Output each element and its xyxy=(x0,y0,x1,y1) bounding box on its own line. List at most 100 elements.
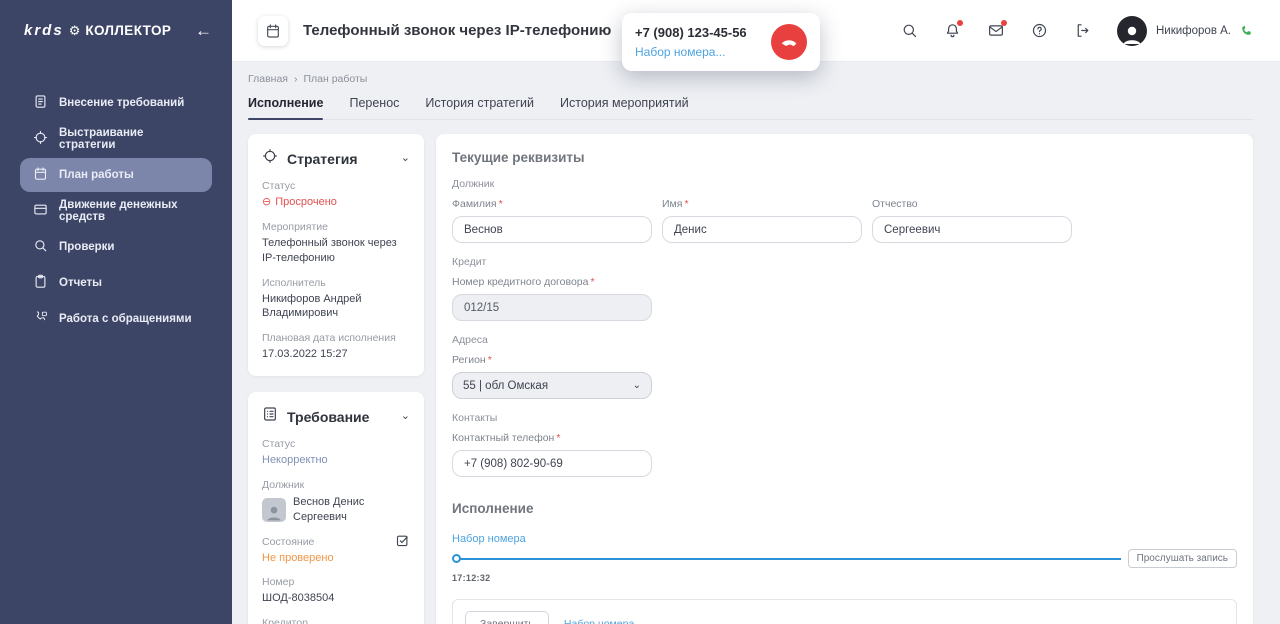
dial-link[interactable]: Набор номера xyxy=(452,533,526,545)
group-label-contacts: Контакты xyxy=(452,412,1237,424)
group-label-credit: Кредит xyxy=(452,256,1237,268)
page-title: Телефонный звонок через IP-телефонию xyxy=(303,22,611,39)
name-field-wrap: Имя* xyxy=(662,198,862,243)
section-title-execution: Исполнение xyxy=(452,501,1237,516)
breadcrumb-home[interactable]: Главная xyxy=(248,73,288,85)
avatar xyxy=(1117,16,1147,46)
event-label: Мероприятие xyxy=(262,221,410,233)
app-window: krds ⚙ КОЛЛЕКТОР ← Внесение требований В… xyxy=(0,0,1280,624)
required-mark: * xyxy=(488,354,492,366)
gear-logo-icon: ⚙ xyxy=(69,24,81,37)
sidebar-item-label: Выстраивание стратегии xyxy=(59,127,199,151)
notifications-button[interactable] xyxy=(944,22,961,39)
notification-badge xyxy=(957,20,963,26)
address-fields-row: Регион* 55 | обл Омская ⌄ xyxy=(452,354,1237,399)
details-card: Текущие реквизиты Должник Фамилия* Имя* … xyxy=(436,134,1253,624)
sidebar-item-reports[interactable]: Отчеты xyxy=(20,266,212,300)
sidebar-item-label: Движение денежных средств xyxy=(59,199,199,223)
dial-status-link[interactable]: Набор номера... xyxy=(564,618,643,624)
claim-panel-header[interactable]: Требование ⌄ xyxy=(262,406,410,427)
user-menu[interactable]: Никифоров А. xyxy=(1117,16,1254,46)
required-mark: * xyxy=(499,198,503,210)
required-mark: * xyxy=(556,432,560,444)
region-select[interactable]: 55 | обл Омская ⌄ xyxy=(452,372,652,399)
person-icon xyxy=(264,503,284,522)
region-selected-value: 55 | обл Омская xyxy=(463,380,548,392)
strategy-panel-header[interactable]: Стратегия ⌄ xyxy=(262,148,410,169)
breadcrumb-separator: › xyxy=(294,73,298,85)
search-button[interactable] xyxy=(901,22,918,39)
sidebar-item-requirements[interactable]: Внесение требований xyxy=(20,86,212,120)
messages-button[interactable] xyxy=(987,22,1005,39)
contract-field-wrap: Номер кредитного договора* xyxy=(452,276,652,321)
status-value: ⊖ Просрочено xyxy=(262,195,410,210)
sidebar-item-work-plan[interactable]: План работы xyxy=(20,158,212,192)
required-mark: * xyxy=(590,276,594,288)
page-icon-chip xyxy=(258,16,288,46)
surname-input[interactable] xyxy=(452,216,652,243)
debtor-fields-row: Фамилия* Имя* Отчество xyxy=(452,198,1237,243)
debtor-avatar xyxy=(262,498,286,522)
strategy-panel-title: Стратегия xyxy=(287,151,358,167)
card-icon xyxy=(33,202,48,220)
hangup-button[interactable] xyxy=(771,24,807,60)
call-status-link[interactable]: Набор номера... xyxy=(635,45,747,59)
help-button[interactable] xyxy=(1031,22,1048,39)
executor-value: Никифоров Андрей Владимирович xyxy=(262,292,410,322)
status-text: Просрочено xyxy=(275,195,337,210)
call-popup: +7 (908) 123-45-56 Набор номера... xyxy=(622,13,820,71)
chevron-down-icon[interactable]: ⌄ xyxy=(401,153,410,164)
user-name: Никифоров А. xyxy=(1156,25,1231,37)
patronymic-input[interactable] xyxy=(872,216,1072,243)
tab-execution[interactable]: Исполнение xyxy=(248,96,323,119)
chevron-down-icon[interactable]: ⌄ xyxy=(401,411,410,422)
sidebar-item-appeals[interactable]: Работа с обращениями xyxy=(20,302,212,336)
state-label: Состояние xyxy=(262,536,334,548)
sidebar-item-label: Работа с обращениями xyxy=(59,313,192,325)
strategy-panel: Стратегия ⌄ Статус ⊖ Просрочено Мероприя… xyxy=(248,134,424,376)
sidebar-item-strategy[interactable]: Выстраивание стратегии xyxy=(20,122,212,156)
main-area: Телефонный звонок через IP-телефонию xyxy=(232,0,1280,624)
finish-button[interactable]: Завершить xyxy=(465,611,549,624)
region-label: Регион* xyxy=(452,354,652,366)
call-player: Набор номера Прослушать запись 17:12:32 xyxy=(452,529,1237,583)
tab-transfer[interactable]: Перенос xyxy=(349,96,399,119)
listen-record-button[interactable]: Прослушать запись xyxy=(1128,549,1237,568)
group-label-address: Адреса xyxy=(452,334,1237,346)
sidebar-item-label: Внесение требований xyxy=(59,97,184,109)
calendar-icon xyxy=(33,166,48,184)
patronymic-field-wrap: Отчество xyxy=(872,198,1072,243)
document-icon xyxy=(33,94,48,112)
person-icon xyxy=(1119,22,1145,46)
phone-chat-icon xyxy=(33,310,48,328)
debtor-value: Веснов Денис Сергеевич xyxy=(293,495,410,525)
logo-krds-text: krds xyxy=(24,22,64,39)
chevron-down-icon: ⌄ xyxy=(633,380,641,391)
credit-fields-row: Номер кредитного договора* xyxy=(452,276,1237,321)
claim-number-label: Номер xyxy=(262,576,410,588)
contract-input xyxy=(452,294,652,321)
sidebar-item-checks[interactable]: Проверки xyxy=(20,230,212,264)
overdue-icon: ⊖ xyxy=(262,195,271,210)
claim-status-label: Статус xyxy=(262,438,410,450)
phone-label: Контактный телефон* xyxy=(452,432,652,444)
call-timestamp: 17:12:32 xyxy=(452,573,1237,583)
call-actions-box: Завершить Набор номера... xyxy=(452,599,1237,624)
sidebar-item-cash-flow[interactable]: Движение денежных средств xyxy=(20,194,212,228)
verify-edit-icon[interactable] xyxy=(395,533,410,553)
region-field-wrap: Регион* 55 | обл Омская ⌄ xyxy=(452,354,652,399)
name-label: Имя* xyxy=(662,198,862,210)
slider-track[interactable] xyxy=(460,558,1121,560)
breadcrumb-current[interactable]: План работы xyxy=(303,73,367,85)
state-value: Не проверено xyxy=(262,551,334,566)
sidebar-collapse-icon[interactable]: ← xyxy=(195,22,212,39)
tab-strategy-history[interactable]: История стратегий xyxy=(425,96,534,119)
name-input[interactable] xyxy=(662,216,862,243)
tab-bar: Исполнение Перенос История стратегий Ист… xyxy=(248,96,1253,120)
phone-input[interactable] xyxy=(452,450,652,477)
tab-event-history[interactable]: История мероприятий xyxy=(560,96,689,119)
logout-button[interactable] xyxy=(1074,22,1091,39)
section-title-requisites: Текущие реквизиты xyxy=(452,150,1237,165)
logo: krds ⚙ КОЛЛЕКТОР ← xyxy=(0,0,232,39)
logo-brand-text: КОЛЛЕКТОР xyxy=(85,23,171,38)
